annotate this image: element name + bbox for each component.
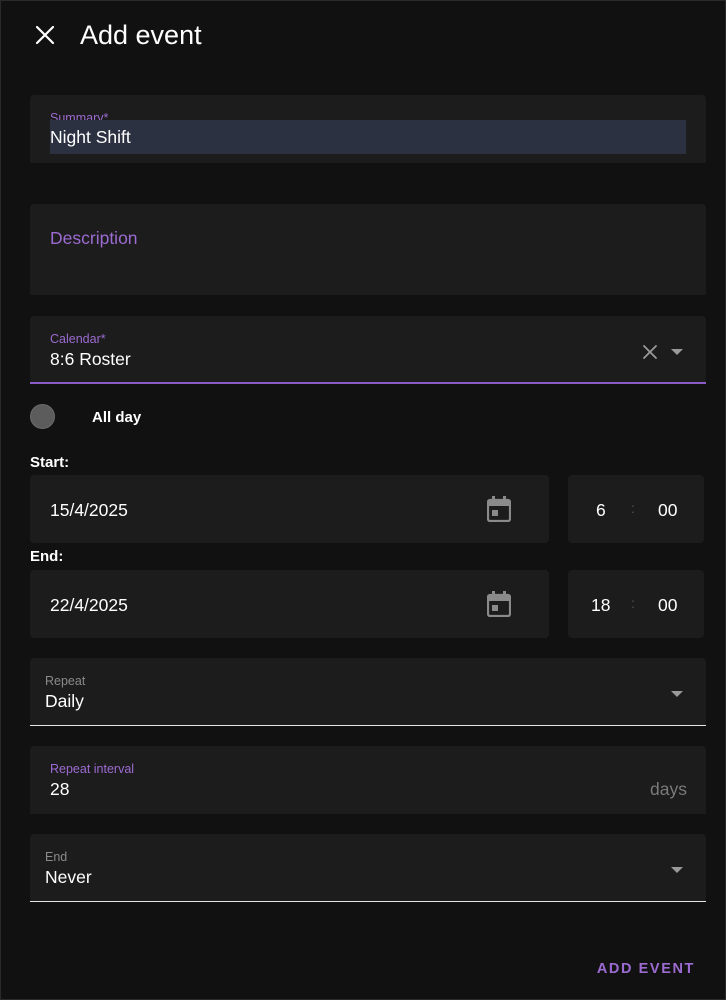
clear-icon xyxy=(643,345,657,359)
start-time-field[interactable]: 6 : 00 xyxy=(568,475,704,543)
dropdown-arrow-icon xyxy=(671,691,683,697)
calendar-select[interactable]: Calendar* 8:6 Roster xyxy=(30,316,706,384)
description-field[interactable]: Description xyxy=(30,204,706,295)
dialog-header: Add event xyxy=(1,1,726,69)
all-day-label: All day xyxy=(92,409,142,426)
add-event-dialog: Add event Summary* Night Shift Descripti… xyxy=(0,0,726,1000)
end-date-value: 22/4/2025 xyxy=(50,595,128,615)
start-date-value: 15/4/2025 xyxy=(50,500,128,520)
dialog-title: Add event xyxy=(80,20,202,50)
repeat-interval-suffix: days xyxy=(650,779,687,799)
start-date-picker-button[interactable] xyxy=(485,495,513,523)
end-time-field[interactable]: 18 : 00 xyxy=(568,570,704,638)
repeat-value: Daily xyxy=(45,691,84,711)
start-date-field[interactable]: 15/4/2025 xyxy=(30,475,549,543)
end-date-picker-button[interactable] xyxy=(485,590,513,618)
summary-input[interactable]: Night Shift xyxy=(50,120,686,154)
start-minute-input[interactable]: 00 xyxy=(658,499,677,521)
end-date-field[interactable]: 22/4/2025 xyxy=(30,570,549,638)
dropdown-arrow-icon xyxy=(671,349,683,355)
close-button[interactable] xyxy=(29,19,61,51)
calendar-clear-button[interactable] xyxy=(636,340,664,364)
repeat-end-label: End xyxy=(45,850,68,864)
repeat-end-dropdown-button[interactable] xyxy=(666,858,688,882)
add-event-button[interactable]: ADD EVENT xyxy=(597,961,695,977)
description-label: Description xyxy=(50,228,138,248)
start-label: Start: xyxy=(30,454,70,471)
end-label: End: xyxy=(30,548,64,565)
repeat-label: Repeat xyxy=(45,674,86,688)
repeat-end-value: Never xyxy=(45,867,92,887)
summary-field[interactable]: Summary* Night Shift xyxy=(30,95,706,163)
repeat-interval-label: Repeat interval xyxy=(50,762,135,776)
close-icon xyxy=(35,25,55,45)
all-day-switch[interactable] xyxy=(30,404,55,429)
calendar-dropdown-button[interactable] xyxy=(666,340,688,364)
repeat-end-select[interactable]: End Never xyxy=(30,834,706,902)
calendar-label: Calendar* xyxy=(50,332,106,346)
calendar-icon xyxy=(487,496,511,522)
repeat-dropdown-button[interactable] xyxy=(666,682,688,706)
start-hour-input[interactable]: 6 xyxy=(596,499,606,521)
all-day-row: All day xyxy=(30,404,330,430)
calendar-icon xyxy=(487,591,511,617)
repeat-interval-field[interactable]: Repeat interval 28 days xyxy=(30,746,706,814)
calendar-value: 8:6 Roster xyxy=(50,349,131,369)
repeat-interval-input[interactable]: 28 xyxy=(50,778,69,800)
repeat-select[interactable]: Repeat Daily xyxy=(30,658,706,726)
dropdown-arrow-icon xyxy=(671,867,683,873)
start-time-separator: : xyxy=(631,500,635,516)
end-minute-input[interactable]: 00 xyxy=(658,594,677,616)
end-time-separator: : xyxy=(631,595,635,611)
end-hour-input[interactable]: 18 xyxy=(591,594,610,616)
